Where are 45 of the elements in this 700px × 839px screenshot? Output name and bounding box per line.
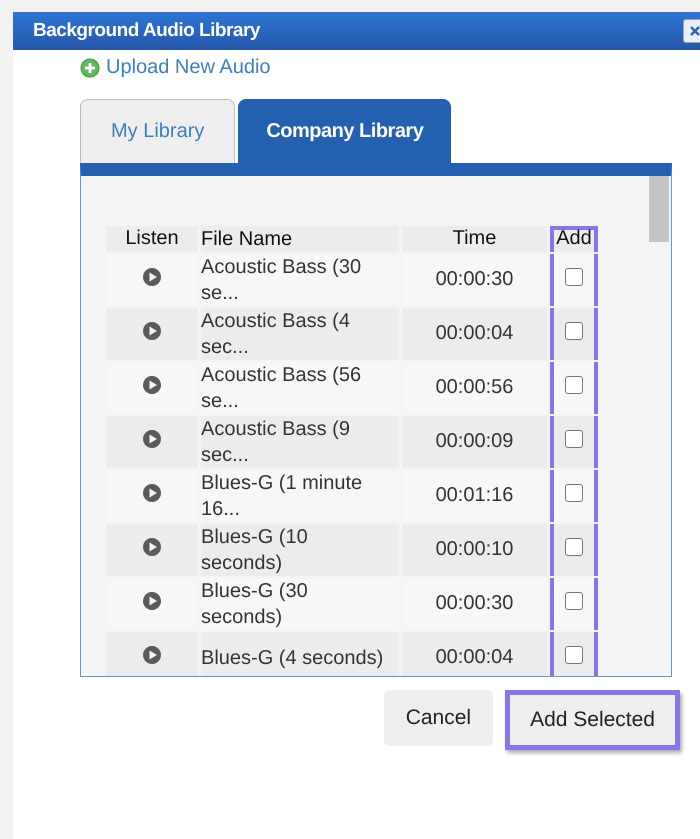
checkbox[interactable]: [565, 376, 583, 394]
table-cell: 00:00:04: [402, 632, 547, 676]
checkbox[interactable]: [565, 322, 583, 340]
table-cell: 00:00:04: [402, 308, 547, 360]
play-icon: [142, 536, 162, 556]
play-icon: [142, 590, 162, 610]
play-button[interactable]: [142, 266, 162, 286]
checkbox[interactable]: [565, 538, 583, 556]
play-button[interactable]: [142, 536, 162, 556]
window-title: Background Audio Library: [33, 20, 260, 42]
table-cell: Acoustic Bass (4 sec...: [201, 308, 399, 360]
add-selected-button[interactable]: Add Selected: [505, 690, 680, 750]
play-button[interactable]: [142, 320, 162, 340]
tab[interactable]: My Library: [80, 98, 236, 162]
table-cell: Blues-G (10 seconds): [201, 524, 399, 576]
column-header: Add: [550, 226, 598, 252]
column-header: File Name: [201, 226, 399, 252]
table-cell: 00:00:09: [402, 416, 547, 468]
plus-icon: [80, 58, 100, 78]
upload-link[interactable]: Upload New Audio: [80, 56, 271, 79]
play-button[interactable]: [142, 428, 162, 448]
play-button[interactable]: [142, 374, 162, 394]
play-button[interactable]: [142, 590, 162, 610]
play-icon: [142, 266, 162, 286]
table-cell: Blues-G (4 seconds): [201, 632, 399, 676]
checkbox[interactable]: [565, 484, 583, 502]
tab[interactable]: Company Library: [238, 98, 452, 162]
table-cell: Acoustic Bass (9 sec...: [201, 416, 399, 468]
checkbox[interactable]: [565, 430, 583, 448]
play-icon: [142, 428, 162, 448]
checkbox[interactable]: [565, 268, 583, 286]
play-icon: [142, 374, 162, 394]
checkbox[interactable]: [565, 592, 583, 610]
play-icon: [142, 320, 162, 340]
checkbox[interactable]: [565, 646, 583, 664]
column-header: Time: [402, 226, 547, 252]
cancel-button[interactable]: Cancel: [384, 690, 494, 746]
play-button[interactable]: [142, 482, 162, 502]
play-icon: [142, 482, 162, 502]
close-icon: [688, 24, 700, 38]
play-icon: [142, 644, 162, 664]
table-cell: 00:00:10: [402, 524, 547, 576]
close-button[interactable]: [683, 19, 700, 43]
column-header: Listen: [106, 226, 198, 252]
play-button[interactable]: [142, 644, 162, 664]
